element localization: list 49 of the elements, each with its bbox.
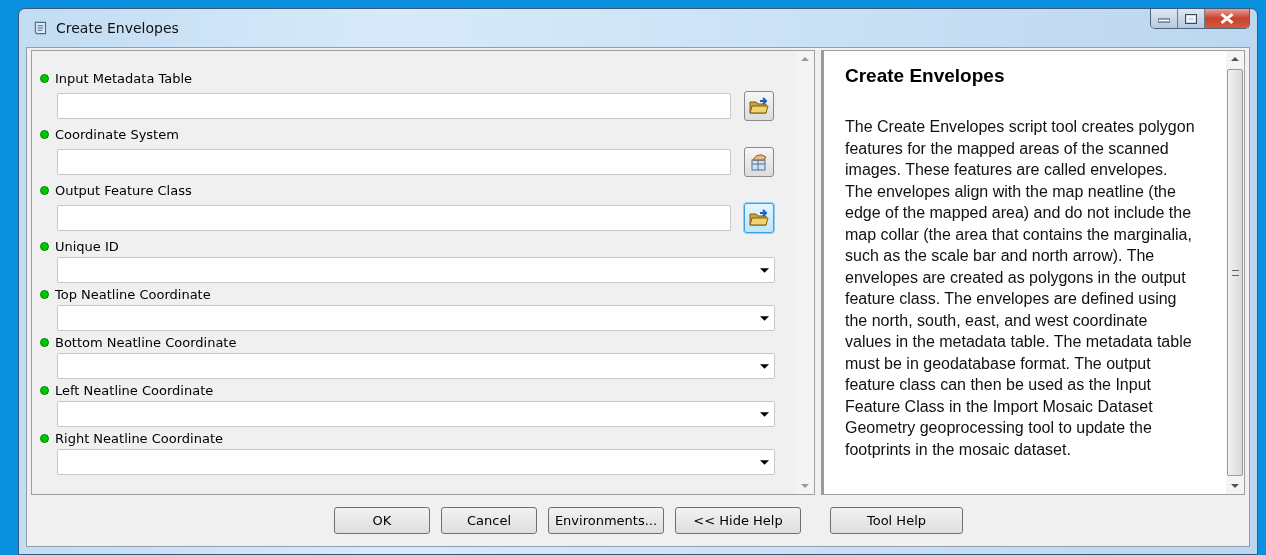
close-button[interactable] bbox=[1205, 9, 1249, 28]
window-title: Create Envelopes bbox=[56, 20, 179, 36]
caret-icon bbox=[760, 411, 769, 417]
folder-button[interactable] bbox=[744, 203, 774, 233]
caret-icon bbox=[760, 363, 769, 369]
dropdown-field[interactable] bbox=[57, 401, 775, 427]
required-dot-icon bbox=[40, 241, 49, 251]
dropdown-field[interactable] bbox=[57, 353, 775, 379]
caret-icon bbox=[760, 267, 769, 273]
dropdown-field[interactable] bbox=[57, 257, 775, 283]
help-text: The Create Envelopes script tool creates polygon features for the mapped areas of the scanned images. These features are called envelopes. The envelopes align with the map neatline (the edge of the mapped area) and do not include the map collar (the area that contains the marginalia, such as the scale bar and north arrow). The envelopes are created as polygons in the output feature class. The envelopes are defined using the north, south, east, and west coordinate values in the metadata table. The metadata table must be in geodatabase format. The output feature class can then be used as the Input Feature Class in the Import Mosaic Dataset Geometry geoprocessing tool to update the footprints in the mosaic dataset. bbox=[845, 117, 1196, 460]
dialog-button[interactable]: << Hide Help bbox=[675, 507, 801, 534]
dropdown-field[interactable] bbox=[57, 305, 775, 331]
scrollbar[interactable] bbox=[796, 51, 814, 494]
parameter-label: Bottom Neatline Coordinate bbox=[55, 334, 237, 350]
input-field[interactable] bbox=[57, 205, 731, 231]
dialog-button[interactable]: Environments... bbox=[548, 507, 664, 534]
maximize-icon bbox=[1185, 13, 1197, 24]
required-dot-icon bbox=[40, 73, 49, 83]
caret-icon bbox=[760, 315, 769, 321]
required-dot-icon bbox=[40, 385, 49, 395]
input-field[interactable] bbox=[57, 93, 731, 119]
dialog-button[interactable]: OK bbox=[334, 507, 430, 534]
folder-icon bbox=[749, 209, 769, 227]
input-field[interactable] bbox=[57, 149, 731, 175]
picker-button[interactable] bbox=[744, 147, 774, 177]
required-dot-icon bbox=[40, 129, 49, 139]
dialog-button[interactable]: Tool Help bbox=[830, 507, 963, 534]
maximize-button[interactable] bbox=[1178, 9, 1205, 28]
help-title: Create Envelopes bbox=[845, 65, 1006, 87]
required-dot-icon bbox=[40, 433, 49, 443]
folder-icon bbox=[749, 97, 769, 115]
parameter-label: Right Neatline Coordinate bbox=[55, 430, 223, 446]
hand-table-icon bbox=[749, 153, 769, 171]
dialog-button[interactable]: Cancel bbox=[441, 507, 537, 534]
close-icon bbox=[1220, 13, 1234, 24]
folder-button[interactable] bbox=[744, 91, 774, 121]
parameter-label: Unique ID bbox=[55, 238, 119, 254]
parameter-label: Left Neatline Coordinate bbox=[55, 382, 214, 398]
required-dot-icon bbox=[40, 185, 49, 195]
dropdown-field[interactable] bbox=[57, 449, 775, 475]
parameter-label: Input Metadata Table bbox=[55, 70, 193, 86]
scrollbar[interactable] bbox=[1226, 51, 1244, 494]
parameter-label: Output Feature Class bbox=[55, 182, 192, 198]
caret-icon bbox=[760, 459, 769, 465]
parameter-label: Coordinate System bbox=[55, 126, 179, 142]
required-dot-icon bbox=[40, 289, 49, 299]
parameter-label: Top Neatline Coordinate bbox=[55, 286, 211, 302]
required-dot-icon bbox=[40, 337, 49, 347]
